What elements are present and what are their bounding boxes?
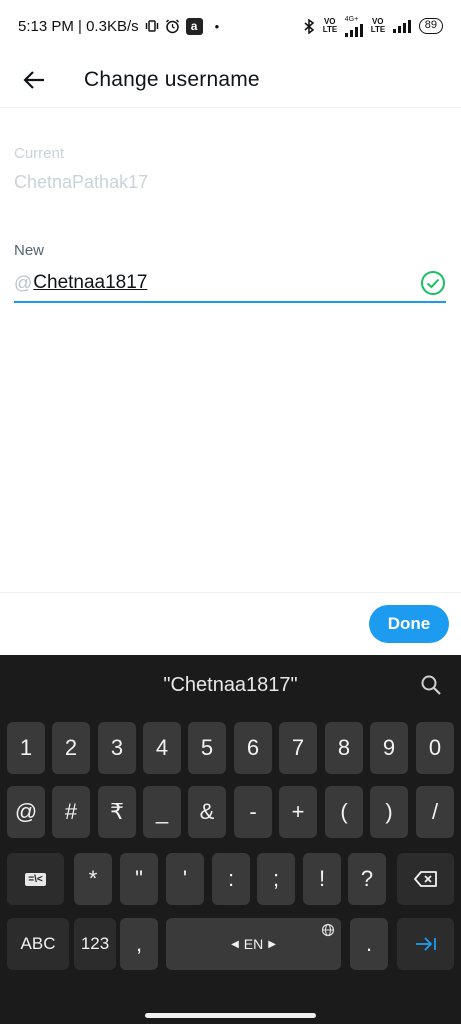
key-4[interactable]: 4: [143, 722, 181, 774]
home-indicator[interactable]: [145, 1013, 316, 1018]
key-open-paren[interactable]: (: [325, 786, 363, 838]
key-question[interactable]: ?: [348, 853, 386, 905]
key-single-quote[interactable]: ': [166, 853, 204, 905]
network-type: 4G+: [344, 15, 359, 23]
key-rupee[interactable]: ₹: [98, 786, 136, 838]
key-2[interactable]: 2: [52, 722, 90, 774]
key-ampersand[interactable]: &: [188, 786, 226, 838]
key-next[interactable]: [397, 918, 454, 970]
status-left: 5:13 PM | 0.3KB/s a •: [18, 17, 220, 35]
suggestion-bar: "Chetnaa1817": [0, 655, 461, 715]
app-header: Change username: [0, 52, 461, 108]
key-abc[interactable]: ABC: [7, 918, 69, 970]
key-exclamation[interactable]: !: [303, 853, 341, 905]
current-label: Current: [14, 145, 65, 162]
keyboard: "Chetnaa1817" 1 2 3 4 5 6 7 8 9 0 @ # ₹ …: [0, 655, 461, 1024]
new-username-field: New @: [14, 242, 446, 303]
new-username-input-row[interactable]: @: [14, 269, 446, 303]
key-underscore[interactable]: _: [143, 786, 181, 838]
key-space[interactable]: ◀ EN ▶: [166, 918, 341, 970]
signal-bars-icon: [344, 23, 363, 37]
key-double-quote[interactable]: ": [120, 853, 158, 905]
more-symbols-label: =\<: [25, 872, 46, 886]
key-colon[interactable]: :: [212, 853, 250, 905]
signal-1: 4G+: [344, 15, 363, 37]
valid-check-icon: [421, 271, 445, 295]
new-username-input[interactable]: [32, 272, 393, 294]
bluetooth-icon: [303, 18, 315, 34]
key-0[interactable]: 0: [416, 722, 454, 774]
key-semicolon[interactable]: ;: [257, 853, 295, 905]
key-1[interactable]: 1: [7, 722, 45, 774]
volte-indicator-2: VO LTE: [370, 17, 386, 34]
key-close-paren[interactable]: ): [370, 786, 408, 838]
backspace-icon: [413, 871, 437, 887]
key-comma[interactable]: ,: [120, 918, 158, 970]
status-bar: 5:13 PM | 0.3KB/s a • VO LTE 4G+ VO LTE …: [0, 0, 461, 52]
space-right-arrow-icon: ▶: [268, 938, 276, 950]
alarm-icon: [165, 18, 180, 34]
suggestion-text[interactable]: "Chetnaa1817": [163, 674, 297, 697]
page-title: Change username: [84, 67, 260, 91]
globe-icon: [321, 923, 335, 937]
at-prefix: @: [14, 272, 33, 293]
key-6[interactable]: 6: [234, 722, 272, 774]
battery-icon: 89: [418, 18, 443, 34]
key-123[interactable]: 123: [74, 918, 116, 970]
volte-indicator: VO LTE: [322, 17, 338, 34]
current-username-field: Current ChetnaPathak17: [14, 145, 446, 193]
current-username-value: ChetnaPathak17: [14, 172, 149, 192]
space-language-label: EN: [243, 936, 264, 952]
key-slash[interactable]: /: [416, 786, 454, 838]
status-right: VO LTE 4G+ VO LTE 89: [303, 16, 443, 37]
key-plus[interactable]: +: [279, 786, 317, 838]
app-notification-icon: a: [185, 17, 203, 35]
search-icon[interactable]: [419, 673, 443, 697]
key-7[interactable]: 7: [279, 722, 317, 774]
key-9[interactable]: 9: [370, 722, 408, 774]
key-hash[interactable]: #: [52, 786, 90, 838]
key-3[interactable]: 3: [98, 722, 136, 774]
key-period[interactable]: .: [350, 918, 388, 970]
dot-icon: •: [214, 18, 220, 34]
signal-bars-2-icon: [392, 19, 411, 33]
back-arrow-icon: [23, 70, 44, 89]
action-bar: Done: [0, 592, 461, 655]
new-label: New: [14, 242, 45, 259]
done-button[interactable]: Done: [369, 605, 449, 643]
key-at[interactable]: @: [7, 786, 45, 838]
status-time: 5:13 PM | 0.3KB/s: [18, 17, 139, 35]
key-minus[interactable]: -: [234, 786, 272, 838]
key-asterisk[interactable]: *: [74, 853, 112, 905]
vibrate-icon: [145, 20, 159, 32]
space-left-arrow-icon: ◀: [231, 938, 239, 950]
key-backspace[interactable]: [397, 853, 454, 905]
next-arrow-icon: [415, 937, 436, 951]
key-5[interactable]: 5: [188, 722, 226, 774]
key-more-symbols[interactable]: =\<: [7, 853, 64, 905]
back-button[interactable]: [12, 58, 56, 102]
key-8[interactable]: 8: [325, 722, 363, 774]
